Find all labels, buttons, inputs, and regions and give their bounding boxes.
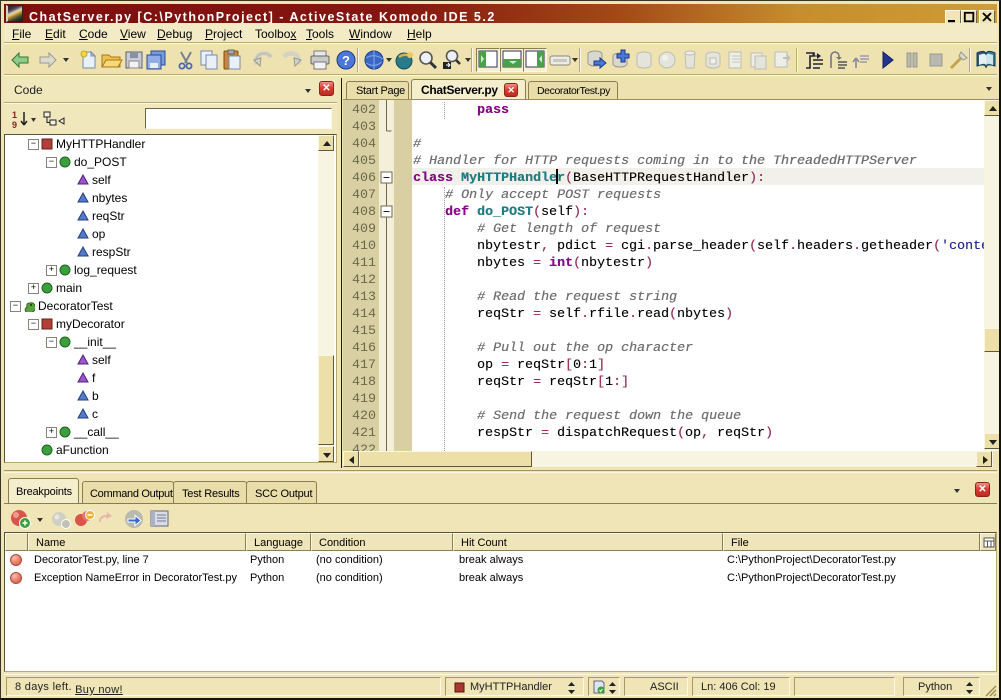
svg-text:9: 9 bbox=[12, 120, 17, 130]
svg-text:1: 1 bbox=[12, 110, 17, 120]
svg-text:?: ? bbox=[342, 53, 350, 68]
